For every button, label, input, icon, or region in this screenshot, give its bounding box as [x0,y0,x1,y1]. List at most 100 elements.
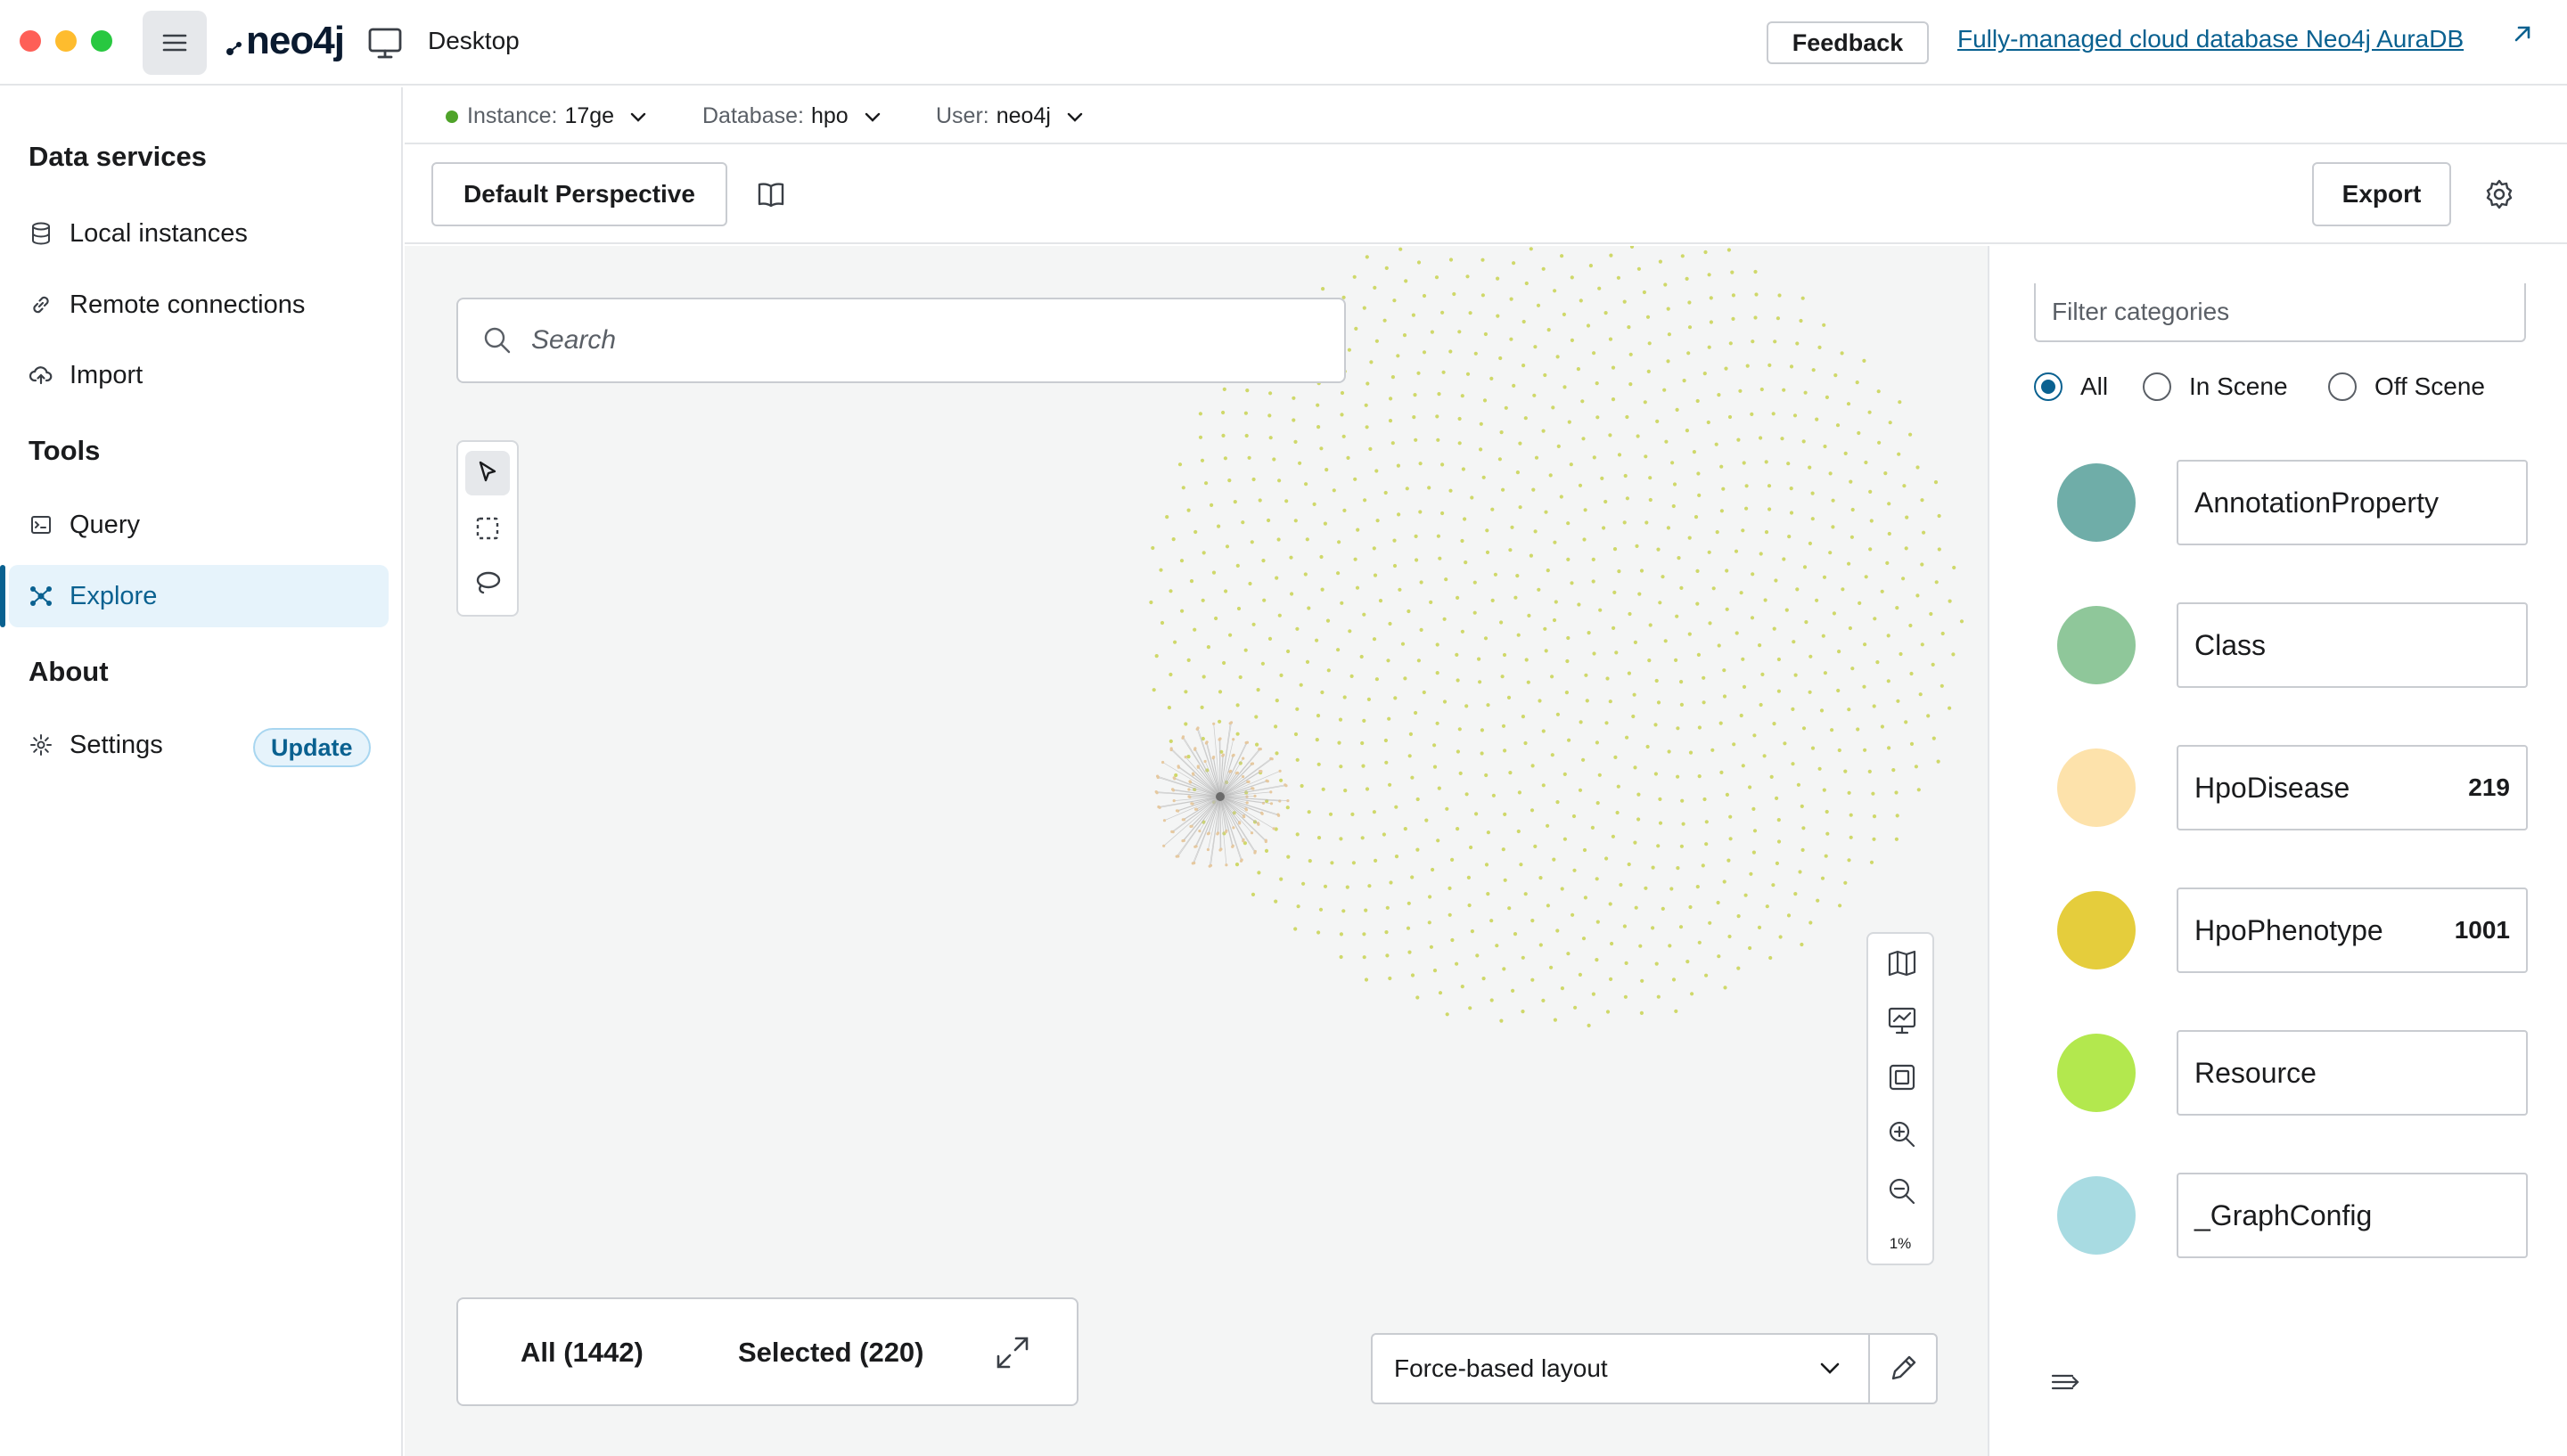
graph-node[interactable] [1824,854,1828,858]
graph-node[interactable] [1736,966,1741,970]
graph-node[interactable] [1676,866,1680,871]
graph-node[interactable] [1541,998,1546,1002]
graph-node[interactable] [1301,881,1306,886]
graph-node[interactable] [1418,462,1423,466]
graph-node[interactable] [1709,320,1713,324]
graph-node[interactable] [1922,530,1926,535]
graph-node[interactable] [1627,325,1631,330]
graph-node[interactable] [1758,643,1762,648]
graph-node[interactable] [1867,769,1872,774]
graph-node[interactable] [1815,417,1819,421]
graph-node[interactable] [1516,829,1521,834]
graph-node[interactable] [1728,814,1733,819]
graph-node[interactable] [1771,883,1776,888]
graph-node[interactable] [1719,509,1724,513]
graph-node[interactable] [1255,742,1259,747]
graph-node[interactable] [1456,827,1460,831]
graph-node[interactable] [1501,847,1505,852]
graph-node[interactable] [1458,771,1463,776]
graph-node[interactable] [1905,515,1909,519]
graph-node[interactable] [1778,935,1783,939]
graph-node[interactable] [1503,748,1507,753]
graph-node[interactable] [1915,465,1920,470]
radio-button[interactable] [2143,372,2171,401]
graph-node[interactable] [1888,421,1892,425]
graph-node[interactable] [1582,537,1587,542]
graph-node[interactable] [1254,715,1259,719]
graph-node[interactable] [1483,636,1489,641]
graph-node[interactable] [1264,848,1269,854]
graph-node[interactable] [1315,638,1319,642]
graph-node[interactable] [1741,764,1745,768]
graph-node[interactable] [1206,645,1210,650]
graph-node[interactable] [1822,323,1826,327]
graph-node[interactable] [1169,739,1173,744]
graph-node[interactable] [1855,380,1859,385]
graph-node[interactable] [1555,355,1560,359]
graph-node[interactable] [1686,351,1691,356]
graph-node[interactable] [1276,537,1281,542]
graph-node[interactable] [1332,488,1336,493]
graph-node[interactable] [1461,467,1465,471]
graph-node[interactable] [1523,740,1528,746]
graph-node[interactable] [1316,403,1320,407]
graph-node[interactable] [1275,576,1279,580]
graph-node[interactable] [1679,680,1684,684]
graph-node[interactable] [1918,692,1923,697]
graph-node[interactable] [1562,837,1567,841]
graph-node[interactable] [1177,462,1183,467]
graph-node[interactable] [1742,461,1746,465]
graph-node[interactable] [1592,651,1596,656]
graph-node[interactable] [1415,797,1420,802]
graph-node[interactable] [1676,726,1680,731]
graph-node[interactable] [1904,720,1908,724]
graph-node[interactable] [1416,658,1421,663]
graph-node[interactable] [1886,679,1890,683]
graph-node[interactable] [1222,387,1226,391]
graph-node[interactable] [1519,863,1523,867]
graph-node[interactable] [1353,477,1357,481]
graph-node[interactable] [1289,555,1293,560]
graph-node[interactable] [1286,855,1291,859]
graph-node[interactable] [1338,717,1343,722]
graph-node[interactable] [1808,465,1812,470]
count-all[interactable]: All (1442) [521,1337,644,1369]
graph-node[interactable] [1272,457,1276,462]
graph-node[interactable] [1775,861,1779,866]
graph-node[interactable] [1764,460,1768,464]
graph-node[interactable] [1245,389,1250,393]
graph-node[interactable] [1771,412,1776,416]
graph-node[interactable] [1511,988,1515,993]
graph-node[interactable] [1530,808,1535,813]
graph-node[interactable] [1491,793,1496,798]
graph-node[interactable] [1677,556,1681,560]
graph-node[interactable] [1465,372,1471,376]
graph-node[interactable] [1504,405,1508,410]
settings-gear-icon[interactable] [2481,176,2517,212]
graph-node[interactable] [1410,875,1415,879]
graph-node[interactable] [1590,825,1595,830]
graph-node[interactable] [1948,599,1952,603]
graph-node[interactable] [1608,902,1612,906]
graph-node[interactable] [1948,706,1952,710]
graph-node[interactable] [1808,654,1813,658]
category-color-swatch[interactable] [2057,606,2136,684]
graph-node[interactable] [1186,755,1191,759]
graph-node[interactable] [1448,912,1452,917]
graph-node[interactable] [1566,521,1571,526]
graph-node[interactable] [1687,632,1692,636]
graph-node[interactable] [1243,648,1248,652]
graph-node[interactable] [1440,511,1445,516]
graph-node[interactable] [1735,631,1739,635]
graph-node[interactable] [1562,385,1567,389]
graph-node[interactable] [1225,544,1230,549]
graph-node[interactable] [1444,577,1448,582]
graph-node[interactable] [1702,675,1706,680]
graph-node[interactable] [1179,559,1185,563]
graph-node[interactable] [1452,291,1456,297]
auradb-link[interactable]: Fully-managed cloud database Neo4j AuraD… [1957,25,2464,53]
graph-node[interactable] [1849,835,1853,839]
graph-node[interactable] [1221,410,1226,415]
category-row[interactable]: AnnotationProperty [1989,460,2567,545]
graph-node[interactable] [1609,253,1613,258]
